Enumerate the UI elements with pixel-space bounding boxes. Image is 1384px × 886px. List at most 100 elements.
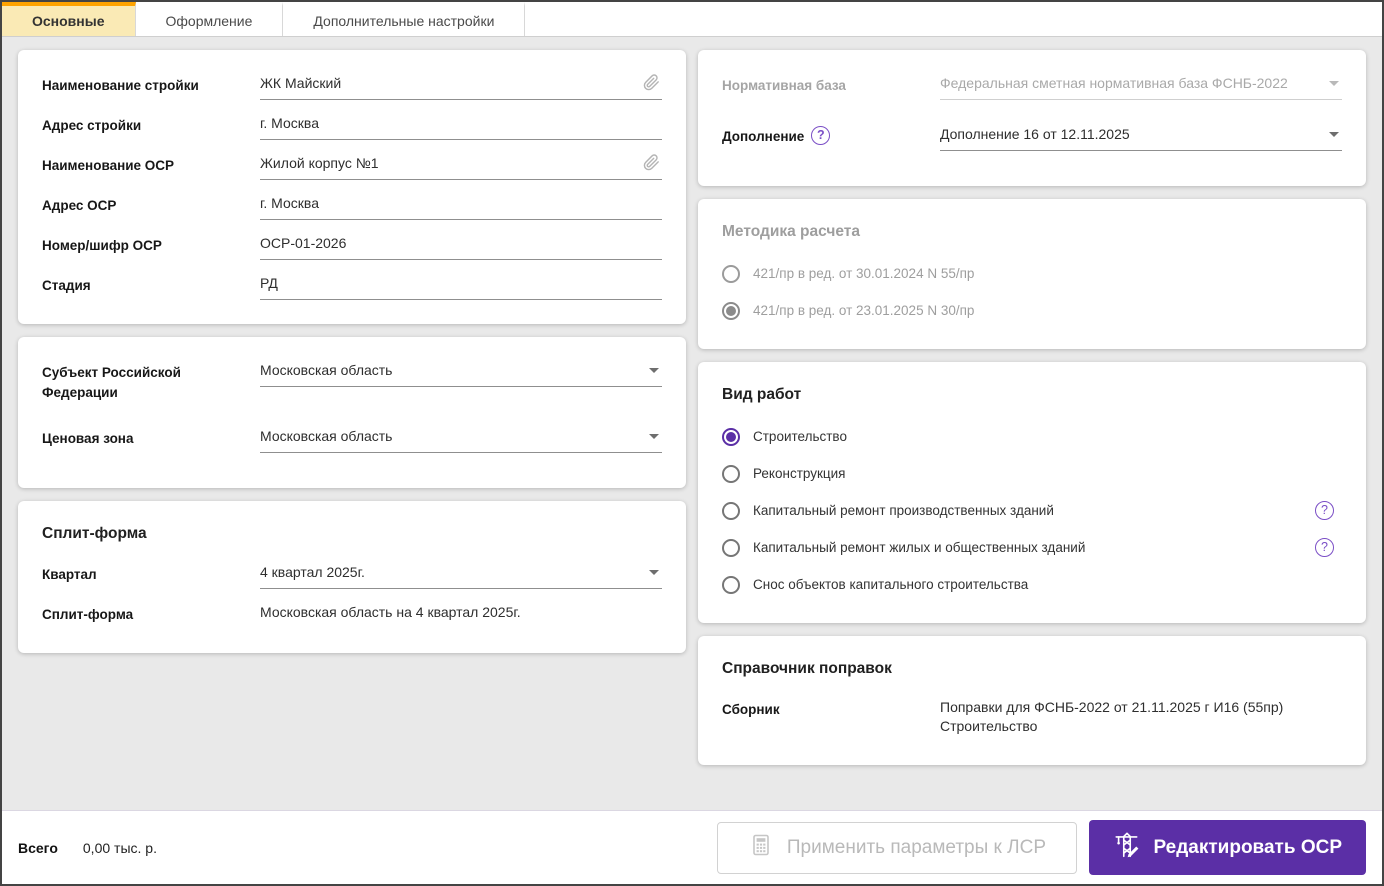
field-label-text: Субъект Российской Федерации (42, 365, 181, 400)
field-value-text: Дополнение 16 от 12.11.2025 (940, 126, 1130, 142)
text-field[interactable]: РД (260, 274, 662, 300)
radio-option[interactable]: Снос объектов капитального строительства (722, 576, 1342, 594)
tab-design[interactable]: Оформление (136, 2, 284, 36)
radio-button-icon (722, 539, 740, 557)
field-label: Дополнение? (722, 125, 940, 147)
normative-base-fields: Нормативная база Федеральная сметная норм… (722, 74, 1342, 151)
dropdown-field[interactable]: 4 квартал 2025г. (260, 563, 662, 590)
field-label: Наименование ОСР (42, 154, 260, 176)
radio-button-icon (722, 428, 740, 446)
text-field[interactable]: ЖК Майский (260, 74, 662, 100)
radio-option-label: Строительство (753, 429, 847, 445)
attach-link-icon[interactable] (643, 74, 660, 91)
field-value-text: ЖК Майский (260, 75, 342, 91)
chevron-down-icon (649, 570, 659, 576)
radio-button-icon (722, 302, 740, 320)
chevron-down-icon (1329, 81, 1339, 86)
text-field[interactable]: ОСР-01-2026 (260, 234, 662, 260)
field-value-text: 4 квартал 2025г. (260, 564, 365, 581)
text-field[interactable]: г. Москва (260, 194, 662, 220)
apply-button-label: Применить параметры к ЛСР (786, 836, 1046, 858)
field-label: Ценовая зона (42, 427, 260, 449)
form-field-row: Дополнение? Дополнение 16 от 12.11.2025 (722, 125, 1342, 151)
card-region: Субъект Российской Федерации Московская о… (18, 337, 686, 489)
radio-option: 421/пр в ред. от 30.01.2024 N 55/пр (722, 265, 1342, 283)
tab-advanced[interactable]: Дополнительные настройки (283, 2, 526, 36)
field-label: Номер/шифр ОСР (42, 234, 260, 256)
field-value-text: г. Москва (260, 195, 319, 211)
general-fields: Наименование стройки ЖК Майский Адрес стро… (42, 74, 662, 300)
corrections-title: Справочник поправок (722, 660, 892, 677)
radio-option[interactable]: Капитальный ремонт жилых и общественных … (722, 538, 1342, 557)
field-value-text: Московская область (260, 362, 393, 378)
field-label-text: Дополнение (722, 129, 805, 144)
work-type-title: Вид работ (722, 386, 802, 403)
text-field[interactable]: г. Москва (260, 114, 662, 140)
left-column: Наименование стройки ЖК Майский Адрес стро… (18, 50, 686, 810)
field-label-text: Наименование ОСР (42, 158, 175, 173)
dropdown-field[interactable]: Московская область (260, 427, 662, 454)
radio-button-icon (722, 576, 740, 594)
field-value-text: Московская область (260, 428, 393, 445)
attach-link-icon[interactable] (643, 154, 660, 171)
dropdown-field[interactable]: Дополнение 16 от 12.11.2025 (940, 125, 1342, 151)
form-field-row: Наименование ОСР Жилой корпус №1 (42, 154, 662, 180)
work-type-options: Строительство Реконструкция Капитальный ре… (722, 424, 1342, 594)
chevron-down-icon (649, 368, 659, 373)
radio-option-label: Капитальный ремонт жилых и общественных … (753, 540, 1086, 556)
edit-osr-button[interactable]: Редактировать ОСР (1089, 820, 1366, 875)
split-form-title: Сплит-форма (42, 525, 147, 543)
tab-main[interactable]: Основные (2, 2, 136, 36)
field-label: Квартал (42, 563, 260, 585)
total-label: Всего (18, 839, 58, 856)
region-fields: Субъект Российской Федерации Московская о… (42, 361, 662, 454)
card-calculation-method: Методика расчета 421/пр в ред. от 30.01.… (698, 199, 1366, 349)
radio-option[interactable]: Капитальный ремонт производственных здан… (722, 501, 1342, 520)
form-field-row: Нормативная база Федеральная сметная норм… (722, 74, 1342, 100)
calculation-method-options: 421/пр в ред. от 30.01.2024 N 55/пр 421/п… (722, 261, 1342, 320)
field-label-text: Сборник (722, 702, 780, 717)
field-label-text: Нормативная база (722, 78, 846, 93)
help-icon[interactable]: ? (1315, 501, 1334, 520)
form-field-row: Наименование стройки ЖК Майский (42, 74, 662, 100)
total-value: 0,00 тыс. р. (82, 839, 157, 856)
field-value-text: Московская область на 4 квартал 2025г. (260, 604, 521, 621)
edit-button-label: Редактировать ОСР (1153, 836, 1342, 858)
card-normative-base: Нормативная база Федеральная сметная норм… (698, 50, 1366, 186)
calculator-icon (749, 833, 773, 863)
card-work-type: Вид работ Строительство Реконструкция Капи… (698, 362, 1366, 623)
osr-parameters-window: Основные Оформление Дополнительные настрой… (0, 0, 1384, 886)
help-icon[interactable]: ? (811, 126, 831, 145)
field-value-text: ОСР-01-2026 (260, 235, 347, 251)
chevron-down-icon (1329, 132, 1339, 137)
form-field-row: Квартал 4 квартал 2025г. (42, 563, 662, 590)
radio-option[interactable]: Строительство (722, 428, 1342, 446)
card-general-info: Наименование стройки ЖК Майский Адрес стро… (18, 50, 686, 324)
text-field[interactable]: Жилой корпус №1 (260, 154, 662, 180)
field-label-text: Ценовая зона (42, 431, 134, 447)
radio-option-label: Снос объектов капитального строительства (753, 577, 1029, 593)
dropdown-field[interactable]: Московская область (260, 361, 662, 387)
content-area: Наименование стройки ЖК Майский Адрес стро… (2, 37, 1382, 810)
tab-bar: Основные Оформление Дополнительные настрой… (2, 2, 1382, 37)
radio-option[interactable]: Реконструкция (722, 465, 1342, 483)
radio-button-icon (722, 465, 740, 483)
field-label-text: Стадия (42, 278, 91, 293)
form-field-row: Адрес стройки г. Москва (42, 114, 662, 140)
tower-crane-pencil-icon (1113, 831, 1141, 865)
field-label: Наименование стройки (42, 74, 260, 96)
dropdown-field: Федеральная сметная нормативная база ФСН… (940, 74, 1342, 100)
field-value-text: Федеральная сметная нормативная база ФСН… (940, 75, 1288, 91)
field-label: Адрес стройки (42, 114, 260, 136)
form-field-row: Сплит-форма Московская область на 4 кварт… (42, 603, 662, 629)
field-label: Субъект Российской Федерации (42, 361, 260, 402)
form-field-row: Адрес ОСР г. Москва (42, 194, 662, 220)
radio-option-label: 421/пр в ред. от 30.01.2024 N 55/пр (753, 266, 975, 282)
help-icon[interactable]: ? (1315, 538, 1334, 557)
field-label-text: Адрес ОСР (42, 198, 117, 213)
field-label: Сплит-форма (42, 603, 260, 625)
field-label-text: Сплит-форма (42, 607, 134, 623)
bottom-bar: Всего 0,00 тыс. р. Применить параметры к… (2, 810, 1382, 884)
form-field-row: Субъект Российской Федерации Московская о… (42, 361, 662, 402)
card-split-form: Сплит-форма Квартал 4 квартал 2025г. Сплит… (18, 501, 686, 654)
